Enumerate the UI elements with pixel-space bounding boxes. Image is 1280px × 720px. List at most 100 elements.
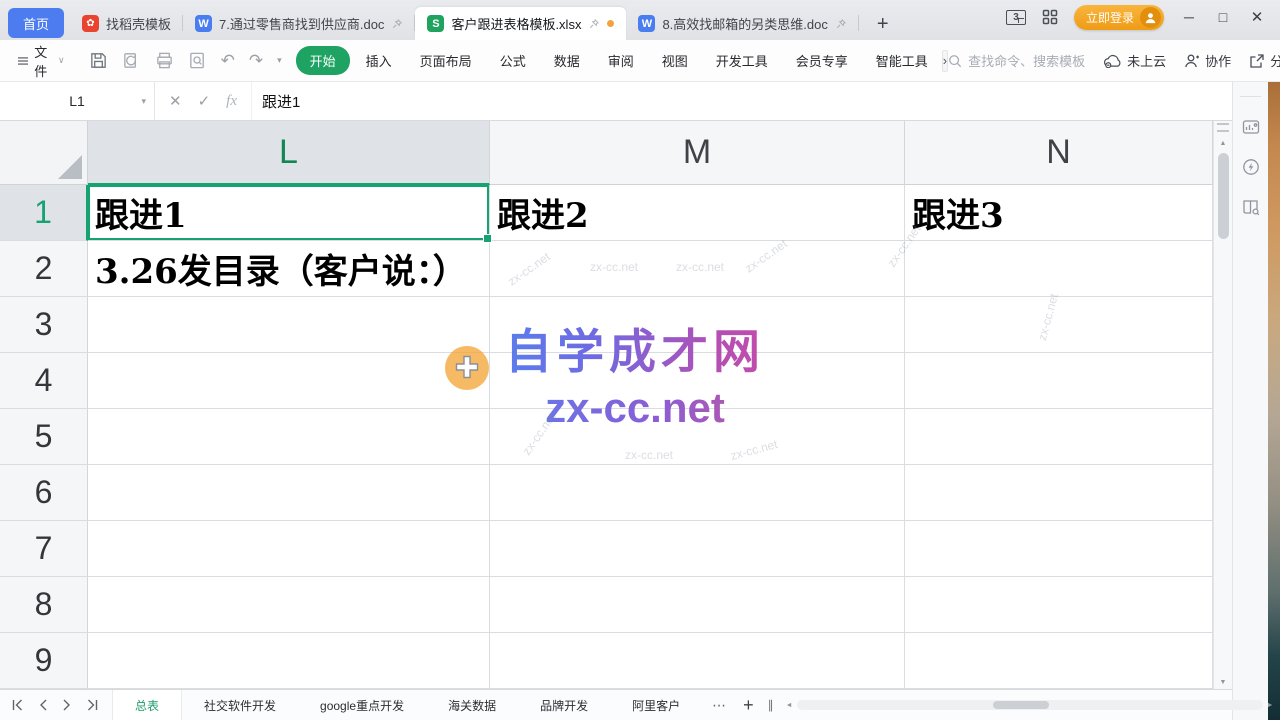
cell-N1[interactable]: 跟进3 [905,185,1213,241]
cell-N7[interactable] [905,521,1213,577]
cell-L6[interactable] [88,465,490,521]
resource-library-icon[interactable] [1241,117,1261,137]
sheet-tab-3[interactable]: 海关数据 [426,690,518,720]
cell-L7[interactable] [88,521,490,577]
cell-N2[interactable] [905,241,1213,297]
apps-grid-icon[interactable] [1042,9,1058,25]
toolbar-customize-icon[interactable]: ▾ [277,55,282,66]
new-tab-button[interactable]: + [877,14,889,34]
document-tab-3[interactable]: S客户跟进表格模板.xlsx [415,7,626,40]
close-button[interactable]: ✕ [1248,8,1266,26]
select-all-corner[interactable] [0,121,88,185]
cell-L4[interactable] [88,353,490,409]
cell-N9[interactable] [905,633,1213,689]
cell-M1[interactable]: 跟进2 [490,185,905,241]
redo-icon[interactable]: ↷ [249,52,263,69]
cell-N6[interactable] [905,465,1213,521]
dictionary-icon[interactable] [1241,197,1261,217]
name-box-caret-icon[interactable]: ▾ [141,96,146,107]
cell-L3[interactable] [88,297,490,353]
sheet-tab-0[interactable]: 总表 [112,690,182,720]
row-header-3[interactable]: 3 [0,297,88,353]
print-icon[interactable] [155,51,174,70]
scroll-up-icon[interactable]: ▲ [1214,140,1232,147]
row-header-2[interactable]: 2 [0,241,88,297]
cell-M4[interactable] [490,353,905,409]
sheet-tab-1[interactable]: 社交软件开发 [182,690,298,720]
sheet-first-icon[interactable] [12,699,25,711]
row-header-6[interactable]: 6 [0,465,88,521]
formula-input[interactable]: 跟进1 [251,82,1232,120]
cell-M2[interactable] [490,241,905,297]
file-menu[interactable]: 文件 ∨ [10,42,73,80]
horizontal-scroll-thumb[interactable] [993,701,1049,709]
cell-L1[interactable]: 跟进1 [88,185,490,241]
document-tab-home[interactable]: 首页 [8,8,64,38]
ribbon-tab-7[interactable]: 开发工具 [704,46,780,75]
horizontal-scroll-track[interactable] [797,700,1263,710]
insert-function-icon[interactable]: fx [226,93,237,110]
cell-M5[interactable] [490,409,905,465]
cell-M7[interactable] [490,521,905,577]
undo-icon[interactable]: ↶ [221,52,235,69]
collaborate-button[interactable]: 协作 [1184,51,1231,70]
formula-cancel-icon[interactable]: ✕ [169,92,182,110]
row-header-8[interactable]: 8 [0,577,88,633]
maximize-button[interactable]: □ [1214,9,1232,25]
cell-N5[interactable] [905,409,1213,465]
sheet-tab-4[interactable]: 品牌开发 [518,690,610,720]
tab-list-icon[interactable]: 3 [1006,10,1026,25]
horizontal-scrollbar[interactable]: ◄ ► [782,700,1278,710]
cell-L9[interactable] [88,633,490,689]
scroll-right-icon[interactable]: ► [1263,702,1278,709]
add-sheet-button[interactable]: + [743,695,754,716]
name-box[interactable]: L1 ▾ [0,82,155,120]
print-preview-icon[interactable] [188,51,207,70]
vertical-scroll-thumb[interactable] [1218,153,1229,239]
pin-icon[interactable] [391,18,403,30]
scroll-down-icon[interactable]: ▼ [1214,679,1232,686]
vertical-scrollbar[interactable]: ▲ ▼ [1213,121,1232,689]
cell-M8[interactable] [490,577,905,633]
column-header-M[interactable]: M [490,121,905,185]
cell-L2[interactable]: 3.26发目录（客户说：） [88,241,490,297]
ribbon-tab-8[interactable]: 会员专享 [784,46,860,75]
export-icon[interactable] [122,51,141,70]
cell-L5[interactable] [88,409,490,465]
cell-N8[interactable] [905,577,1213,633]
ribbon-tab-0[interactable]: 开始 [296,46,350,75]
pin-icon[interactable] [835,18,847,30]
scrollbar-split-handle[interactable] [1217,123,1229,132]
login-button[interactable]: 立即登录 [1074,5,1164,30]
smart-assistant-icon[interactable] [1241,157,1261,177]
pin-icon[interactable] [588,18,600,30]
row-header-5[interactable]: 5 [0,409,88,465]
cloud-status[interactable]: 未上云 [1103,51,1166,70]
cell-N3[interactable] [905,297,1213,353]
sheet-prev-icon[interactable] [39,699,48,711]
cell-N4[interactable] [905,353,1213,409]
command-search[interactable]: 查找命令、搜索模板 [948,51,1085,70]
share-button[interactable]: 分享 [1249,51,1280,70]
scroll-left-icon[interactable]: ◄ [782,702,797,709]
sheet-more-button[interactable]: ⋯ [712,697,727,714]
ribbon-tab-3[interactable]: 公式 [488,46,538,75]
sheet-tab-5[interactable]: 阿里客户 [610,690,702,720]
document-tab-4[interactable]: W8.高效找邮箱的另类思维.doc [626,7,858,40]
sheet-last-icon[interactable] [85,699,98,711]
row-header-9[interactable]: 9 [0,633,88,689]
cell-L8[interactable] [88,577,490,633]
save-icon[interactable] [89,51,108,70]
ribbon-tab-9[interactable]: 智能工具 [864,46,940,75]
column-header-N[interactable]: N [905,121,1213,185]
cell-M9[interactable] [490,633,905,689]
sheet-tab-2[interactable]: google重点开发 [298,690,426,720]
ribbon-tab-2[interactable]: 页面布局 [408,46,484,75]
minimize-button[interactable]: ─ [1180,9,1198,25]
row-header-4[interactable]: 4 [0,353,88,409]
ribbon-tab-4[interactable]: 数据 [542,46,592,75]
formula-confirm-icon[interactable]: ✓ [198,92,211,110]
document-tab-1[interactable]: ✿找稻壳模板 [70,7,183,40]
row-header-1[interactable]: 1 [0,185,88,241]
cell-M6[interactable] [490,465,905,521]
